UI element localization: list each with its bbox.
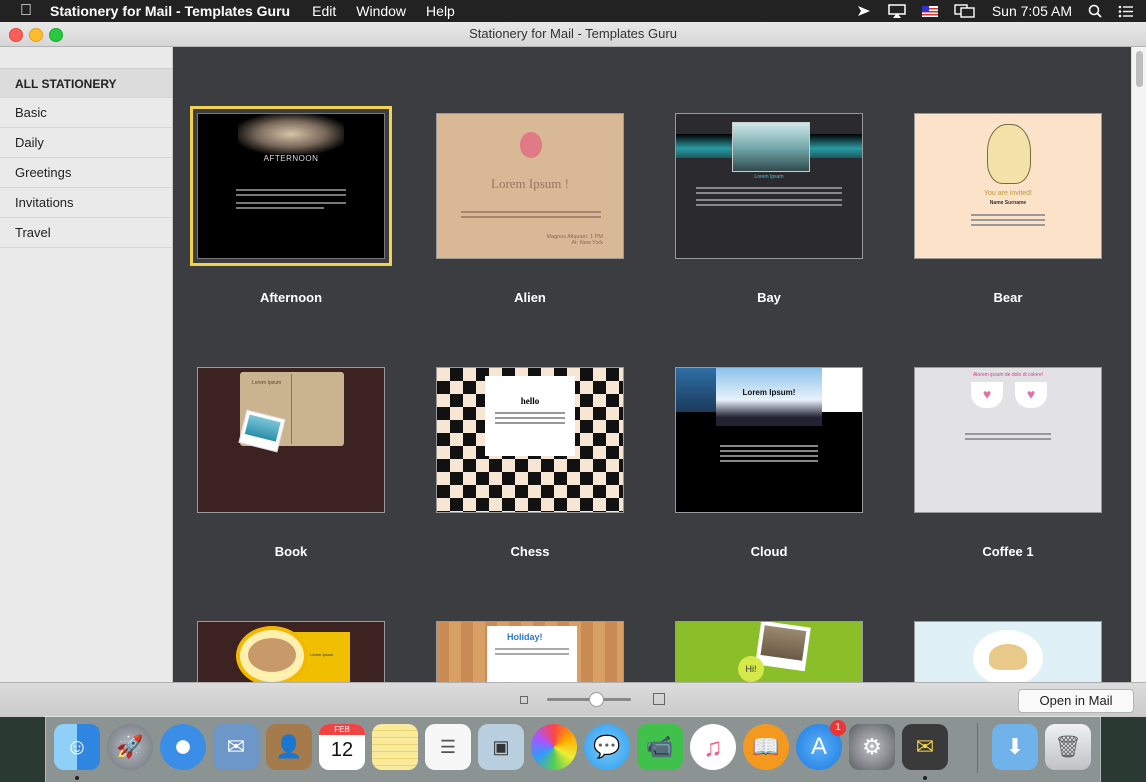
template-thumbnail-alien[interactable]: Lorem Ipsum ! Magnus Aliquam: 1 PM At: Ne…: [436, 113, 624, 259]
app-menu[interactable]: Stationery for Mail - Templates Guru: [50, 3, 290, 19]
coffee-cup-right: ♥: [1015, 382, 1047, 408]
spotlight-search-icon[interactable]: [1088, 4, 1102, 18]
template-thumbnail-coffee-2[interactable]: Lorem Ipsum: [197, 621, 385, 682]
contacts-icon[interactable]: 👤: [266, 724, 312, 770]
template-name-book: Book: [274, 544, 308, 559]
template-name-chess: Chess: [510, 544, 550, 559]
template-thumbnail-fortune-cookie[interactable]: [914, 621, 1102, 682]
sidebar-item-daily[interactable]: Daily: [0, 128, 172, 158]
menu-bar:  Stationery for Mail - Templates Guru E…: [0, 0, 1146, 22]
downloads-folder-icon[interactable]: ⬇: [992, 724, 1038, 770]
zoom-window-button[interactable]: [49, 28, 63, 42]
trash-icon[interactable]: 🗑: [1045, 724, 1091, 770]
bear-illustration: [987, 124, 1031, 184]
apple-menu-icon[interactable]: : [20, 2, 32, 20]
template-thumbnail-chess[interactable]: hello: [436, 367, 624, 513]
app-window: Stationery for Mail - Templates Guru ALL…: [0, 22, 1146, 717]
template-grid: AFTERNOON Afternoon Lorem Ipsum ! Magnus…: [173, 47, 1131, 682]
launchpad-icon[interactable]: 🚀: [107, 724, 153, 770]
large-size-icon[interactable]: [653, 693, 665, 705]
sidebar-item-travel[interactable]: Travel: [0, 218, 172, 248]
coffee-cup-illustration: [236, 626, 308, 682]
system-preferences-icon[interactable]: ⚙: [849, 724, 895, 770]
mail-icon[interactable]: ✉: [213, 724, 259, 770]
small-size-icon[interactable]: [520, 696, 528, 704]
template-thumbnail-cat[interactable]: Hi!: [675, 621, 863, 682]
slider-knob[interactable]: [589, 692, 604, 707]
ibooks-icon[interactable]: 📖: [743, 724, 789, 770]
template-thumbnail-bear[interactable]: You are invited! Name Surname: [914, 113, 1102, 259]
scroll-thumb[interactable]: [1136, 51, 1143, 87]
us-flag-icon[interactable]: [921, 5, 938, 17]
menu-window[interactable]: Window: [356, 3, 406, 19]
template-thumbnail-coffee-1[interactable]: Alorem ipsum de dolo di colore! ♥ ♥: [914, 367, 1102, 513]
reminders-icon[interactable]: ☰: [425, 724, 471, 770]
title-bar: Stationery for Mail - Templates Guru: [0, 22, 1146, 47]
bottom-toolbar: Open in Mail: [0, 682, 1146, 717]
stationery-app-icon[interactable]: ✉: [902, 724, 948, 770]
chess-card: hello: [485, 376, 575, 456]
safari-icon[interactable]: [160, 724, 206, 770]
holiday-notepad: Holiday!: [487, 626, 577, 682]
minimize-window-button[interactable]: [29, 28, 43, 42]
messages-icon[interactable]: 💬: [584, 724, 630, 770]
cat-polaroid: [755, 622, 811, 672]
sidebar-item-invitations[interactable]: Invitations: [0, 188, 172, 218]
sidebar-item-greetings[interactable]: Greetings: [0, 158, 172, 188]
template-name-coffee-1: Coffee 1: [982, 544, 1034, 559]
notification-center-icon[interactable]: [1118, 5, 1134, 18]
itunes-icon[interactable]: ♫: [690, 724, 736, 770]
preview-icon[interactable]: ▣: [478, 724, 524, 770]
bay-photo: [732, 122, 810, 172]
airplay-icon[interactable]: [888, 4, 906, 18]
photos-icon[interactable]: [531, 724, 577, 770]
window-title: Stationery for Mail - Templates Guru: [469, 26, 677, 41]
template-thumbnail-cloud[interactable]: Lorem Ipsum!: [675, 367, 863, 513]
calendar-icon[interactable]: FEB 12: [319, 724, 365, 770]
template-name-cloud: Cloud: [750, 544, 788, 559]
sidebar-item-all-stationery[interactable]: ALL STATIONERY: [0, 68, 172, 98]
facetime-icon[interactable]: 📹: [637, 724, 683, 770]
notification-badge: 1: [830, 720, 846, 736]
display-icon[interactable]: [954, 4, 976, 18]
close-window-button[interactable]: [9, 28, 23, 42]
running-indicator: [75, 776, 79, 780]
template-thumbnail-book[interactable]: Lorem Ipsum: [197, 367, 385, 513]
cloud-photo: Lorem Ipsum!: [716, 368, 822, 426]
notes-icon[interactable]: [372, 724, 418, 770]
dock: ☺ 🚀 ✉ 👤 FEB 12 ☰ ▣ 💬 📹 ♫ 📖 A 1 ⚙ ✉ ⬇ 🗑: [45, 716, 1101, 782]
finder-icon[interactable]: ☺: [54, 724, 100, 770]
menu-edit[interactable]: Edit: [312, 3, 336, 19]
menu-help[interactable]: Help: [426, 3, 455, 19]
alien-illustration: [520, 132, 542, 158]
template-name-alien: Alien: [514, 290, 546, 305]
template-name-bay: Bay: [757, 290, 781, 305]
running-indicator: [923, 776, 927, 780]
open-in-mail-button[interactable]: Open in Mail: [1018, 689, 1134, 713]
clock[interactable]: Sun 7:05 AM: [992, 3, 1072, 19]
plate-illustration: [973, 630, 1043, 682]
template-thumbnail-holiday[interactable]: Holiday!: [436, 621, 624, 682]
appstore-icon[interactable]: A 1: [796, 720, 846, 770]
template-thumbnail-bay[interactable]: Lorem Ipsum: [675, 113, 863, 259]
dock-separator: [977, 723, 978, 773]
sidebar-item-basic[interactable]: Basic: [0, 98, 172, 128]
template-name-bear: Bear: [993, 290, 1023, 305]
template-thumbnail-afternoon[interactable]: AFTERNOON: [190, 106, 392, 266]
location-icon[interactable]: [856, 4, 872, 18]
coffee-cup-left: ♥: [971, 382, 1003, 408]
template-name-afternoon: Afternoon: [259, 290, 323, 305]
vertical-scrollbar[interactable]: [1131, 47, 1146, 682]
category-sidebar: ALL STATIONERY Basic Daily Greetings Inv…: [0, 47, 173, 682]
